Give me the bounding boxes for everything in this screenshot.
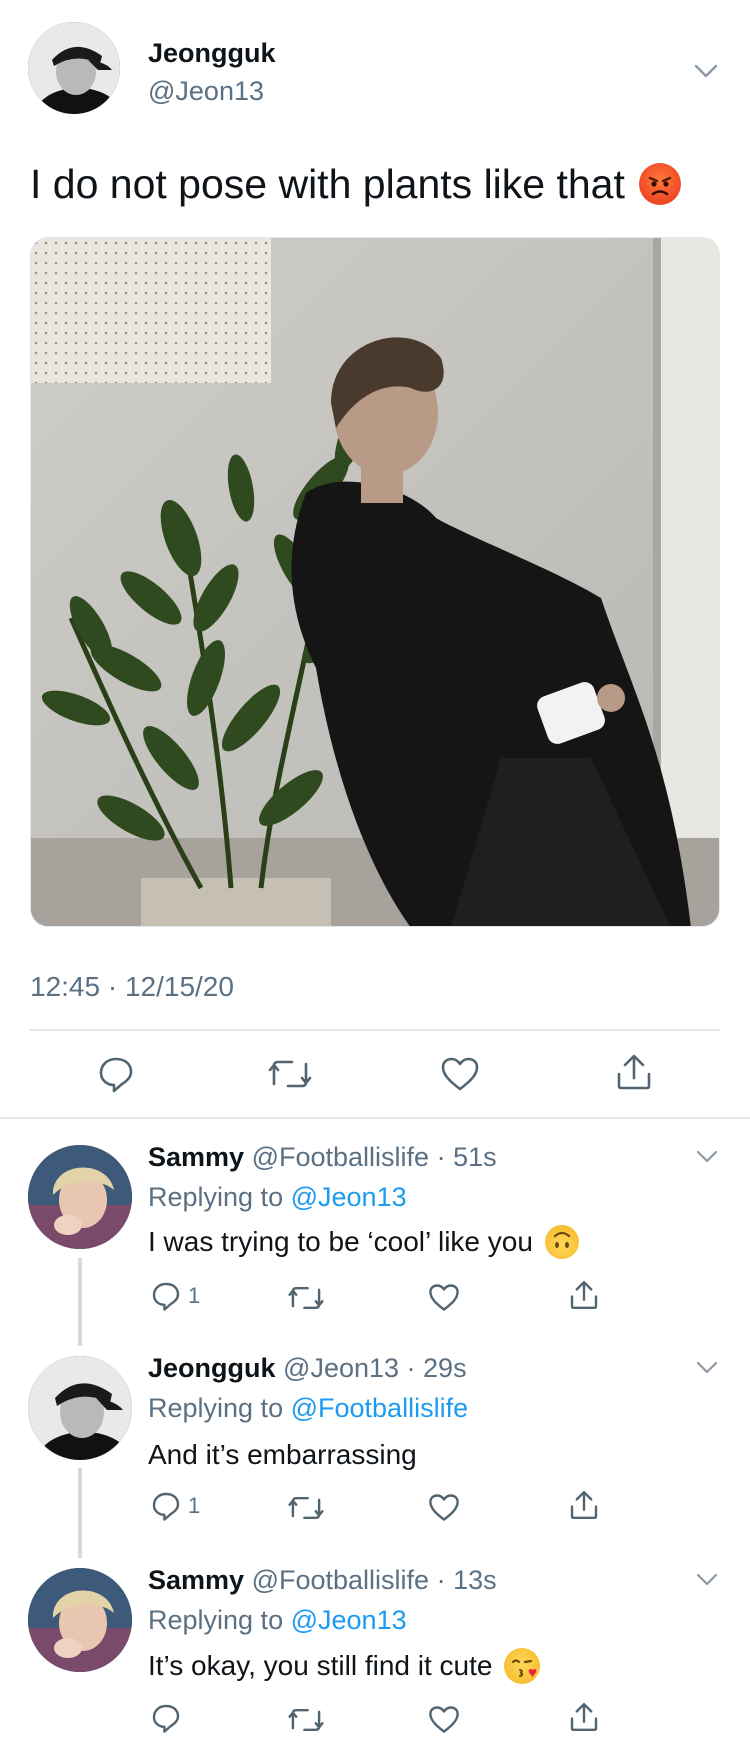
reply-3-text: It’s okay, you still find it cute <box>148 1650 493 1681</box>
main-tweet-avatar[interactable] <box>28 22 120 114</box>
main-retweet-icon[interactable] <box>268 1056 312 1092</box>
reply-3-header: Sammy @Footballislife · 13s <box>148 1563 497 1597</box>
main-more-chevron-down-icon[interactable] <box>694 64 718 78</box>
upside-down-face-icon <box>544 1225 579 1259</box>
reply-icon <box>152 1282 180 1311</box>
reply-1-more-chevron-down-icon[interactable] <box>696 1150 718 1163</box>
main-tweet-text: I do not pose with plants like that <box>30 161 625 207</box>
avatar-image <box>28 1568 132 1672</box>
reply-2-author-name[interactable]: Jeongguk <box>148 1353 276 1383</box>
reply-2-reply-action[interactable]: 1 <box>150 1490 200 1522</box>
main-reply-icon[interactable] <box>96 1054 136 1094</box>
tweet-photo[interactable] <box>30 237 720 927</box>
reply-1-age[interactable]: · 51s <box>437 1142 497 1172</box>
main-tweet-divider <box>30 1029 720 1031</box>
reply-3-author-handle[interactable]: @Footballislife <box>252 1565 429 1595</box>
reply-2-retweet-icon[interactable] <box>288 1493 324 1523</box>
main-like-heart-icon[interactable] <box>440 1056 480 1092</box>
reply-3-replying-link[interactable]: @Jeon13 <box>291 1605 407 1635</box>
reply-3-more-chevron-down-icon[interactable] <box>696 1573 718 1586</box>
reply-3-author-name[interactable]: Sammy <box>148 1565 244 1595</box>
reply-1-replying-link[interactable]: @Jeon13 <box>291 1182 407 1212</box>
reply-1-reply-action[interactable]: 1 <box>150 1280 200 1312</box>
main-tweet-text-row: I do not pose with plants like that <box>30 160 681 208</box>
avatar-image <box>28 22 120 114</box>
main-author-handle[interactable]: @Jeon13 <box>148 76 264 107</box>
reply-3-retweet-icon[interactable] <box>288 1705 324 1735</box>
reply-1-replying-prefix: Replying to <box>148 1182 284 1212</box>
reply-1-header: Sammy @Footballislife · 51s <box>148 1140 497 1174</box>
reply-2-text: And it’s embarrassing <box>148 1439 417 1470</box>
reply-2-reply-count: 1 <box>188 1493 201 1518</box>
reply-1-author-handle[interactable]: @Footballislife <box>252 1142 429 1172</box>
reply-3-replying-prefix: Replying to <box>148 1605 284 1635</box>
reply-1-text-row: I was trying to be ‘cool’ like you <box>148 1224 579 1260</box>
thread-line-1 <box>78 1258 82 1346</box>
photo-image <box>31 238 719 926</box>
reply-1-reply-count: 1 <box>188 1283 201 1308</box>
reply-1-avatar[interactable] <box>28 1145 132 1249</box>
angry-face-icon <box>638 163 681 205</box>
reply-3-like-heart-icon[interactable] <box>428 1705 460 1734</box>
reply-3-share-icon[interactable] <box>568 1701 600 1733</box>
reply-1-text: I was trying to be ‘cool’ like you <box>148 1226 533 1257</box>
main-share-icon[interactable] <box>614 1052 654 1092</box>
section-divider <box>0 1117 750 1119</box>
reply-2-replying-link[interactable]: @Footballislife <box>291 1393 468 1423</box>
reply-2-replying-prefix: Replying to <box>148 1393 284 1423</box>
reply-icon <box>152 1492 180 1521</box>
reply-3-avatar[interactable] <box>28 1568 132 1672</box>
reply-2-author-handle[interactable]: @Jeon13 <box>283 1353 399 1383</box>
reply-2-share-icon[interactable] <box>568 1489 600 1521</box>
reply-3-age[interactable]: · 13s <box>437 1565 497 1595</box>
reply-3-replying-to: Replying to @Jeon13 <box>148 1603 407 1637</box>
reply-1-author-name[interactable]: Sammy <box>148 1142 244 1172</box>
reply-1-replying-to: Replying to @Jeon13 <box>148 1180 407 1214</box>
reply-2-like-heart-icon[interactable] <box>428 1493 460 1522</box>
avatar-image <box>28 1145 132 1249</box>
face-blowing-kiss-icon <box>504 1648 541 1684</box>
reply-2-avatar[interactable] <box>28 1356 132 1460</box>
reply-2-header: Jeongguk @Jeon13 · 29s <box>148 1351 467 1385</box>
reply-3-text-row: It’s okay, you still find it cute <box>148 1648 541 1684</box>
reply-2-age[interactable]: · 29s <box>407 1353 467 1383</box>
thread-line-2 <box>78 1468 82 1558</box>
reply-2-replying-to: Replying to @Footballislife <box>148 1391 468 1425</box>
reply-3-reply-icon[interactable] <box>150 1702 182 1734</box>
reply-2-more-chevron-down-icon[interactable] <box>696 1361 718 1374</box>
reply-1-retweet-icon[interactable] <box>288 1283 324 1313</box>
reply-1-like-heart-icon[interactable] <box>428 1283 460 1312</box>
reply-1-share-icon[interactable] <box>568 1279 600 1311</box>
main-tweet-timestamp[interactable]: 12:45 · 12/15/20 <box>30 971 234 1003</box>
avatar-image <box>28 1356 132 1460</box>
main-author-name[interactable]: Jeongguk <box>148 38 276 69</box>
